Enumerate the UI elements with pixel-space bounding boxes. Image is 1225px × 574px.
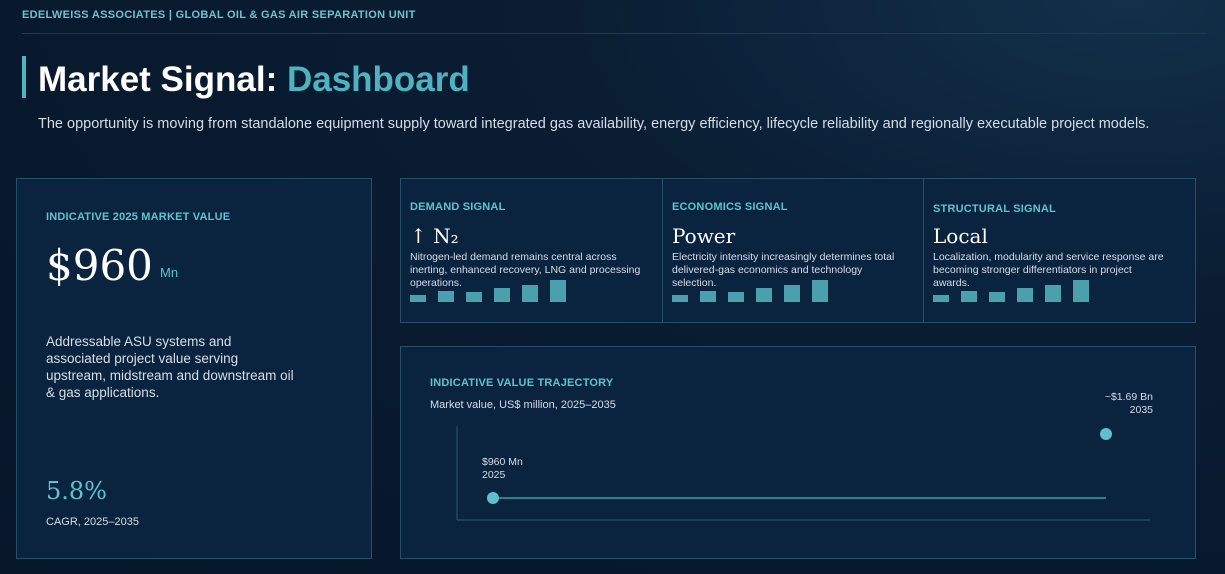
cagr-value: 5.8%	[46, 477, 107, 505]
signal-label: ECONOMICS SIGNAL	[672, 201, 788, 213]
start-value-label: $960 Mn	[482, 456, 523, 468]
signal-label: DEMAND SIGNAL	[410, 201, 506, 213]
cagr-label: CAGR, 2025–2035	[46, 516, 139, 528]
page-title: Market Signal: Dashboard	[38, 60, 470, 100]
signal-headline: ↑ N₂	[410, 224, 459, 248]
signal-card-demand: DEMAND SIGNAL ↑ N₂ Nitrogen-led demand r…	[401, 179, 662, 322]
trajectory-card: INDICATIVE VALUE TRAJECTORY Market value…	[400, 346, 1196, 559]
signal-card-economics: ECONOMICS SIGNAL Power Electricity inten…	[662, 179, 923, 322]
data-point-2025	[487, 492, 499, 504]
signal-bar	[466, 292, 482, 302]
org-header: EDELWEISS ASSOCIATES | GLOBAL OIL & GAS …	[22, 9, 416, 21]
signal-bar	[700, 291, 716, 302]
title-accent: Dashboard	[286, 60, 470, 99]
signal-bar	[438, 291, 454, 302]
signal-bar	[728, 292, 744, 302]
market-description: Addressable ASU systems and associated p…	[46, 334, 294, 400]
market-value: $960	[46, 241, 153, 290]
signal-mini-bars	[933, 280, 1103, 302]
signal-card-structural: STRUCTURAL SIGNAL Local Localization, mo…	[923, 179, 1195, 322]
signal-bar	[756, 288, 772, 302]
signal-bar	[410, 295, 426, 302]
signal-bar	[812, 280, 828, 302]
signal-bar	[522, 285, 538, 302]
signal-bar	[989, 292, 1005, 302]
signal-label: STRUCTURAL SIGNAL	[933, 203, 1056, 215]
signal-bar	[961, 291, 977, 302]
signal-bar	[672, 295, 688, 302]
market-value-card: INDICATIVE 2025 MARKET VALUE $960 Mn Add…	[16, 178, 372, 559]
signal-bar	[933, 295, 949, 302]
trajectory-chart: $960 Mn 2025 ~$1.69 Bn 2035	[456, 391, 1154, 521]
page-subtitle: The opportunity is moving from standalon…	[38, 116, 1150, 132]
signal-bar	[550, 280, 566, 302]
data-point-2035	[1100, 428, 1112, 440]
signal-headline: Local	[933, 224, 988, 248]
header-divider	[22, 33, 1207, 34]
title-accent-bar	[22, 56, 26, 98]
market-value-label: INDICATIVE 2025 MARKET VALUE	[46, 211, 231, 223]
start-year-label: 2025	[482, 469, 506, 481]
signal-bar	[784, 285, 800, 302]
signal-headline: Power	[672, 224, 736, 248]
signal-bar	[494, 288, 510, 302]
signal-mini-bars	[410, 280, 580, 302]
signal-bar	[1045, 285, 1061, 302]
signal-bar	[1073, 280, 1089, 302]
signal-mini-bars	[672, 280, 842, 302]
market-value-unit: Mn	[160, 265, 179, 280]
end-value-label: ~$1.69 Bn	[1105, 391, 1153, 403]
end-year-label: 2035	[1130, 404, 1154, 416]
signal-bar	[1017, 288, 1033, 302]
title-main: Market Signal:	[38, 60, 287, 99]
signals-panel: DEMAND SIGNAL ↑ N₂ Nitrogen-led demand r…	[400, 178, 1196, 323]
